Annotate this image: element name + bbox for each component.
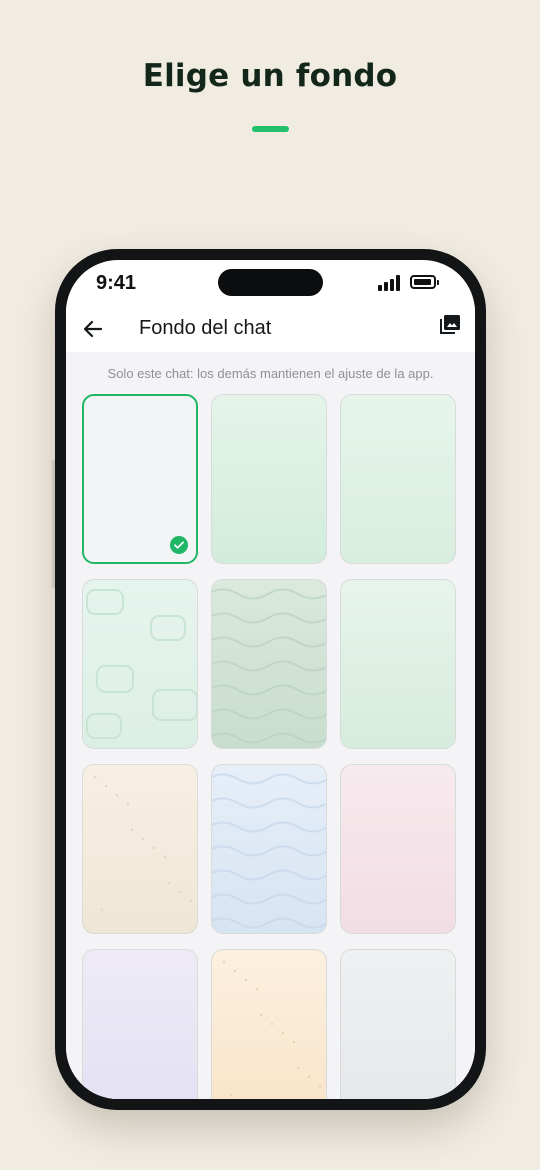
wallpaper-pattern: [341, 950, 456, 1099]
wallpaper-tile-blush[interactable]: [340, 764, 456, 934]
wallpaper-pattern: [222, 960, 322, 1097]
wallpaper-pattern: [212, 588, 326, 744]
wallpaper-tile-sage-waves[interactable]: [211, 579, 327, 749]
phone-screen: 9:41 Fondo del chat Solo este chat: los …: [66, 260, 475, 1099]
wallpaper-pattern: [83, 950, 198, 1099]
wallpaper-pattern: [212, 395, 327, 564]
page-headline: Elige un fondo: [142, 58, 398, 94]
app-bar: Fondo del chat: [66, 304, 475, 352]
headline-accent-bar: [252, 126, 289, 132]
wallpaper-tile-gray[interactable]: [340, 949, 456, 1099]
wallpaper-pattern: [212, 773, 326, 929]
scope-hint: Solo este chat: los demás mantienen el a…: [107, 366, 434, 381]
phone-frame: 9:41 Fondo del chat Solo este chat: los …: [55, 249, 486, 1110]
signal-bars-icon: [378, 275, 402, 291]
wallpaper-tile-mint-soft[interactable]: [340, 579, 456, 749]
wallpaper-tile-sky-waves[interactable]: [211, 764, 327, 934]
wallpaper-pattern: [93, 775, 193, 912]
back-arrow-icon[interactable]: [80, 316, 106, 342]
wallpaper-tile-default[interactable]: [82, 394, 198, 564]
status-time: 9:41: [96, 272, 137, 294]
wallpaper-pattern: [341, 395, 456, 564]
wallpaper-tile-sand-dots[interactable]: [82, 764, 198, 934]
wallpaper-tile-peach-dots[interactable]: [211, 949, 327, 1099]
wallpaper-tile-mint-light[interactable]: [340, 394, 456, 564]
wallpaper-tile-mint-gradient[interactable]: [211, 394, 327, 564]
app-bar-title: Fondo del chat: [139, 317, 272, 339]
wallpaper-content: Solo este chat: los demás mantienen el a…: [66, 352, 475, 1099]
wallpaper-tile-lavender[interactable]: [82, 949, 198, 1099]
checkmark-icon: [170, 536, 188, 554]
wallpaper-tile-mint-bubbles[interactable]: [82, 579, 198, 749]
battery-icon: [410, 275, 439, 289]
wallpaper-pattern: [86, 589, 197, 739]
photo-library-icon[interactable]: [438, 313, 462, 337]
dynamic-island: [218, 269, 323, 296]
wallpaper-pattern: [341, 765, 456, 934]
wallpaper-pattern: [341, 580, 456, 749]
